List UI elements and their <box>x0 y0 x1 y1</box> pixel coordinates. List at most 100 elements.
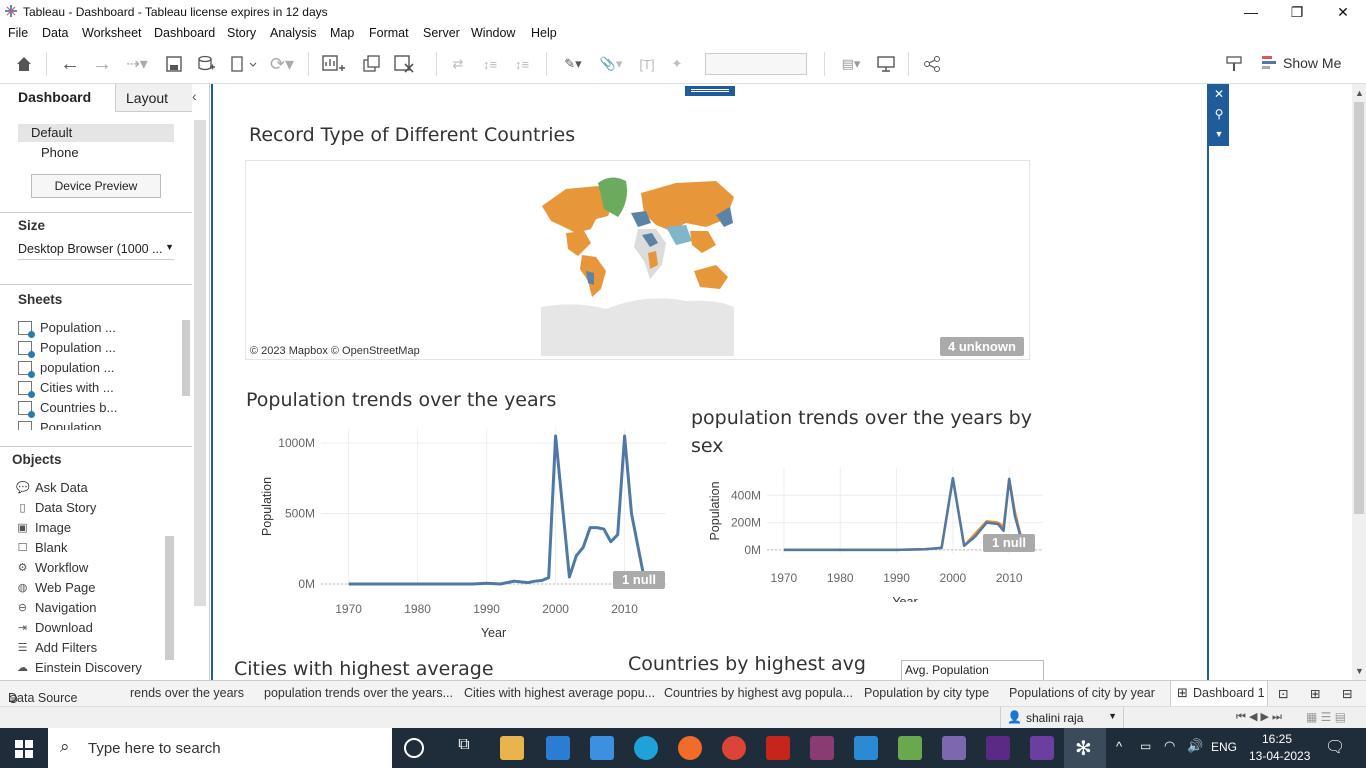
home-icon[interactable] <box>12 52 36 76</box>
app-icon[interactable] <box>1030 736 1054 760</box>
app-icon[interactable] <box>942 736 966 760</box>
sheet-item[interactable]: Countries b... <box>18 400 117 418</box>
device-preview-button[interactable]: Device Preview <box>31 174 161 198</box>
presentation-mode-icon[interactable] <box>874 52 898 76</box>
sheet-item[interactable]: Population ... <box>18 320 116 338</box>
minimize-button[interactable]: — <box>1228 0 1274 24</box>
menu-dashboard[interactable]: Dashboard <box>154 26 215 40</box>
menu-format[interactable]: Format <box>369 26 409 40</box>
object-add-filters[interactable]: ☰ Add Filters <box>16 640 98 655</box>
sheet-tab[interactable]: Populations of city by year <box>1009 686 1155 700</box>
show-me-icon[interactable] <box>1262 56 1278 70</box>
refresh-icon[interactable]: ⟳▾ <box>264 52 300 76</box>
null-indicator[interactable]: 1 null <box>613 571 665 589</box>
fit-dropdown[interactable] <box>705 53 807 75</box>
move-handle[interactable] <box>685 86 735 96</box>
device-default[interactable]: Default <box>18 124 174 142</box>
sort-ascending-icon[interactable]: ↕≡ <box>478 52 502 76</box>
share-icon[interactable] <box>920 52 944 76</box>
sheet-tab[interactable]: rends over the years <box>130 686 244 700</box>
view-toggle-icons[interactable]: ▦ ☰ ▤ <box>1306 710 1346 724</box>
remove-icon[interactable]: ✕ <box>1209 84 1229 104</box>
tab-dashboard-1[interactable]: ⊞ Dashboard 1 <box>1170 681 1268 706</box>
language-indicator[interactable]: ENG <box>1211 740 1237 754</box>
close-window-button[interactable]: ✕ <box>1320 0 1366 24</box>
sheet-tab[interactable]: Countries by highest avg popula... <box>664 686 853 700</box>
swap-icon[interactable]: ⇢▾ <box>120 52 154 76</box>
winrar-icon[interactable] <box>810 736 834 760</box>
clear-sheet-icon[interactable] <box>390 52 426 76</box>
objects-scrollbar[interactable] <box>165 536 174 660</box>
sheet-item[interactable]: Cities with ... <box>18 380 114 398</box>
canvas-scrollbar[interactable]: ▲ ▼ <box>1352 84 1366 680</box>
menu-data[interactable]: Data <box>42 26 68 40</box>
pin-icon[interactable]: ✦ <box>666 52 688 76</box>
wifi-icon[interactable]: ◠ <box>1164 738 1175 754</box>
tableau-taskbar-button[interactable]: ✻ <box>1064 728 1106 768</box>
sheet-tab[interactable]: Population by city type <box>864 686 989 700</box>
device-phone[interactable]: Phone <box>41 145 79 160</box>
map-view[interactable]: © 2023 Mapbox © OpenStreetMap 4 unknown <box>245 160 1030 360</box>
new-worksheet-icon[interactable] <box>318 52 354 76</box>
new-dashboard-tab-icon[interactable]: ⊞ <box>1310 686 1320 701</box>
object-data-story[interactable]: ▯ Data Story <box>16 500 96 515</box>
object-web-page[interactable]: ◍ Web Page <box>16 580 96 595</box>
highlight-icon[interactable]: ✎▾ <box>556 52 590 76</box>
new-story-tab-icon[interactable]: ⊟ <box>1342 686 1352 701</box>
cortana-icon[interactable] <box>404 738 424 758</box>
sheet-item[interactable]: population ... <box>18 360 114 378</box>
sheet-tab[interactable]: Cities with highest average popu... <box>464 686 655 700</box>
menu-worksheet[interactable]: Worksheet <box>82 26 142 40</box>
object-blank[interactable]: ☐ Blank <box>16 540 68 555</box>
collapse-pane-icon[interactable]: ‹ <box>192 88 197 104</box>
menu-server[interactable]: Server <box>423 26 460 40</box>
battery-icon[interactable]: ▭ <box>1140 739 1151 753</box>
left-pane-scrollbar[interactable] <box>194 120 206 606</box>
clock-date[interactable]: 13-04-2023 <box>1249 749 1310 763</box>
menu-window[interactable]: Window <box>471 26 515 40</box>
show-me-button[interactable]: Show Me <box>1283 55 1341 71</box>
null-indicator[interactable]: 1 null <box>983 534 1035 552</box>
pause-updates-icon[interactable] <box>226 52 262 76</box>
chrome-icon[interactable] <box>722 736 746 760</box>
object-workflow[interactable]: ⚙ Workflow <box>16 560 89 575</box>
menu-analysis[interactable]: Analysis <box>270 26 317 40</box>
undo-icon[interactable]: ← <box>58 52 82 76</box>
paint-format-icon[interactable] <box>1222 52 1246 76</box>
show-cards-icon[interactable]: ▤▾ <box>834 52 868 76</box>
firefox-icon[interactable] <box>678 736 702 760</box>
series-line[interactable] <box>348 434 647 586</box>
menu-help[interactable]: Help <box>531 26 557 40</box>
size-dropdown[interactable]: Desktop Browser (1000 ... ▼ <box>18 242 174 260</box>
tab-layout[interactable]: Layout <box>115 84 192 112</box>
volume-icon[interactable]: 🔊 <box>1187 738 1203 754</box>
object-image[interactable]: ▣ Image <box>16 520 71 535</box>
store-icon[interactable] <box>590 736 614 760</box>
group-icon[interactable]: 📎▾ <box>594 52 628 76</box>
clock-time[interactable]: 16:25 <box>1262 732 1292 746</box>
sort-descending-icon[interactable]: ↕≡ <box>510 52 534 76</box>
new-worksheet-tab-icon[interactable]: ⊡ <box>1278 686 1288 701</box>
notification-icon[interactable]: 🗨 <box>1325 737 1345 757</box>
acrobat-icon[interactable] <box>766 736 790 760</box>
save-icon[interactable] <box>162 52 186 76</box>
menu-story[interactable]: Story <box>227 26 256 40</box>
object-navigation[interactable]: ⊖ Navigation <box>16 600 97 615</box>
population-by-sex-chart[interactable]: 0M 200M 400M 1970 1980 1990 2000 2010 Year Popula… <box>687 462 1047 602</box>
sheet-tab[interactable]: population trends over the years... <box>264 686 453 700</box>
object-ask-data[interactable]: 💬 Ask Data <box>16 480 88 495</box>
task-view-icon[interactable]: ⧉ <box>452 736 476 760</box>
more-options-icon[interactable]: ▼ <box>1209 124 1229 144</box>
pin-icon[interactable]: ⚲ <box>1209 104 1229 124</box>
tray-chevron-icon[interactable]: ^ <box>1116 739 1122 754</box>
population-trend-chart[interactable]: 0M 500M 1000M 1970 1980 1990 2000 2010 Year Popul… <box>241 419 671 649</box>
sheet-navigation-icons[interactable]: ⏮ ◀ ▶ ⏭ <box>1236 710 1282 724</box>
taskbar-search[interactable]: ⌕ Type here to search <box>48 728 392 768</box>
menu-map[interactable]: Map <box>330 26 354 40</box>
sheets-scrollbar[interactable] <box>182 320 190 396</box>
sheet-item[interactable]: Population ... <box>18 340 116 358</box>
windows-start-icon[interactable] <box>15 740 33 758</box>
redo-icon[interactable]: → <box>90 52 114 76</box>
edge-icon[interactable] <box>634 736 658 760</box>
video-app-icon[interactable] <box>986 736 1010 760</box>
